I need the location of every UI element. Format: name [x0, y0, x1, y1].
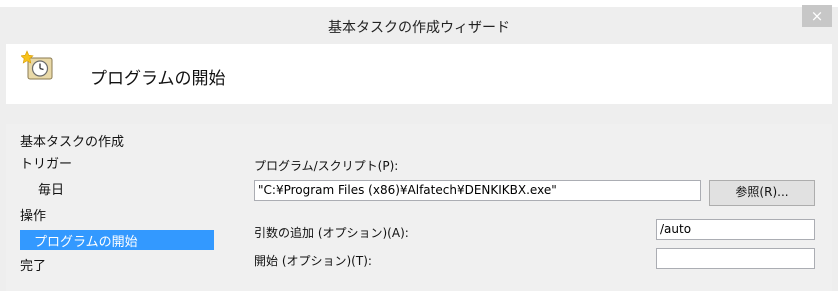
titlebar-top-edge	[0, 0, 838, 7]
window-title: 基本タスクの作成ウィザード	[328, 20, 510, 36]
start-in-input[interactable]	[656, 248, 815, 269]
nav-item-trigger[interactable]: トリガー	[20, 153, 72, 172]
wizard-header: プログラムの開始	[6, 44, 832, 104]
start-in-label: 開始 (オプション)(T):	[254, 254, 372, 268]
arguments-input[interactable]: /auto	[656, 219, 815, 240]
nav-section-create-basic-task[interactable]: 基本タスクの作成	[20, 131, 124, 150]
header-separator	[0, 104, 838, 124]
wizard-content: 基本タスクの作成 トリガー 毎日 操作 プログラムの開始 完了 プログラム/スク…	[6, 124, 832, 291]
close-button[interactable]: ×	[802, 5, 832, 27]
nav-item-action[interactable]: 操作	[20, 205, 46, 224]
nav-item-finish[interactable]: 完了	[20, 255, 46, 274]
program-script-label: プログラム/スクリプト(P):	[254, 159, 399, 173]
nav-item-daily[interactable]: 毎日	[38, 179, 64, 198]
nav-item-label: プログラムの開始	[34, 235, 138, 250]
header-right-edge	[832, 44, 838, 104]
header-left-edge	[0, 44, 6, 104]
browse-button[interactable]: 参照(R)...	[709, 180, 815, 206]
arguments-label: 引数の追加 (オプション)(A):	[254, 226, 409, 240]
close-icon: ×	[810, 7, 824, 25]
scheduled-task-clock-icon	[21, 50, 53, 80]
page-title: プログラムの開始	[90, 69, 226, 89]
program-script-input[interactable]: "C:¥Program Files (x86)¥Alfatech¥DENKIKB…	[254, 180, 701, 201]
window-titlebar: 基本タスクの作成ウィザード ×	[0, 0, 838, 44]
right-frame-edge	[832, 124, 838, 291]
nav-item-start-program[interactable]: プログラムの開始	[20, 230, 214, 250]
left-frame-edge	[0, 124, 6, 291]
